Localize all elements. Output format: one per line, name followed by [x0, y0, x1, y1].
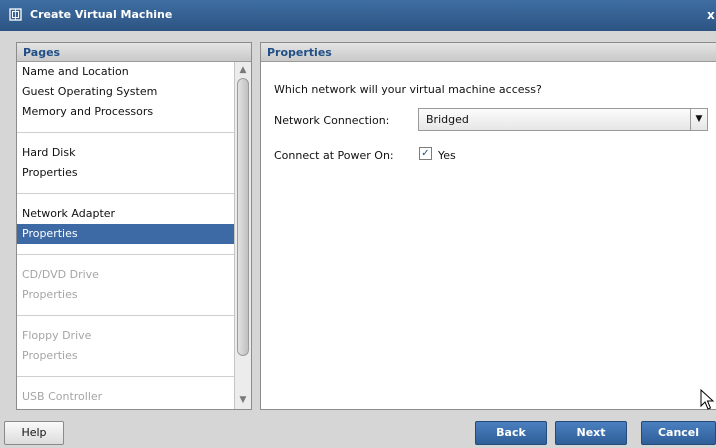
connect-power-on-checkbox[interactable]: ✓ [419, 147, 432, 160]
next-button[interactable]: Next [555, 421, 627, 445]
close-icon[interactable]: x [707, 8, 715, 22]
properties-header: Properties [261, 43, 716, 62]
network-connection-label: Network Connection: [274, 114, 390, 127]
group-divider [17, 315, 234, 316]
group-divider [17, 132, 234, 133]
page-item-name-location[interactable]: Name and Location [17, 62, 234, 82]
back-button[interactable]: Back [475, 421, 547, 445]
connect-power-on-label: Connect at Power On: [274, 149, 394, 162]
page-item-floppy-properties: Properties [22, 349, 78, 362]
pages-header: Pages [17, 43, 251, 62]
network-connection-value: Bridged [426, 113, 469, 126]
page-item-memory-processors[interactable]: Memory and Processors [17, 102, 234, 122]
page-item-floppy: Floppy Drive [22, 329, 92, 342]
scrollbar-thumb[interactable] [237, 78, 249, 356]
network-connection-select[interactable]: Bridged ▼ [418, 108, 708, 131]
page-item-hard-disk-properties[interactable]: Properties [17, 163, 234, 183]
group-divider [17, 254, 234, 255]
window-title: Create Virtual Machine [30, 8, 173, 21]
page-item-network-properties[interactable]: Properties [17, 224, 234, 244]
mouse-pointer-icon [700, 389, 714, 410]
checkmark-icon: ✓ [421, 148, 430, 159]
page-item-network-adapter[interactable]: Network Adapter [17, 204, 234, 224]
help-button[interactable]: Help [4, 421, 64, 445]
page-item-guest-os[interactable]: Guest Operating System [17, 82, 234, 102]
page-item-cd-dvd-properties: Properties [22, 288, 78, 301]
pages-scrollbar[interactable]: ▲ ▼ [234, 62, 251, 409]
group-divider [17, 376, 234, 377]
connect-power-on-yes-label[interactable]: Yes [438, 149, 456, 162]
page-item-usb-controller: USB Controller [22, 390, 103, 403]
chevron-down-icon[interactable]: ▼ [235, 393, 251, 407]
page-item-hard-disk[interactable]: Hard Disk [17, 143, 234, 163]
pages-list: Name and Location Guest Operating System… [17, 62, 234, 409]
properties-panel: Properties Which network will your virtu… [260, 42, 716, 410]
window-icon [9, 8, 22, 21]
group-divider [17, 193, 234, 194]
dropdown-arrow-icon[interactable]: ▼ [690, 109, 707, 130]
pages-panel: Pages Name and Location Guest Operating … [16, 42, 252, 410]
network-question: Which network will your virtual machine … [274, 83, 542, 96]
cancel-button[interactable]: Cancel [641, 421, 716, 445]
window-titlebar: Create Virtual Machine x [0, 0, 716, 31]
chevron-up-icon[interactable]: ▲ [235, 63, 251, 77]
page-item-cd-dvd: CD/DVD Drive [22, 268, 99, 281]
